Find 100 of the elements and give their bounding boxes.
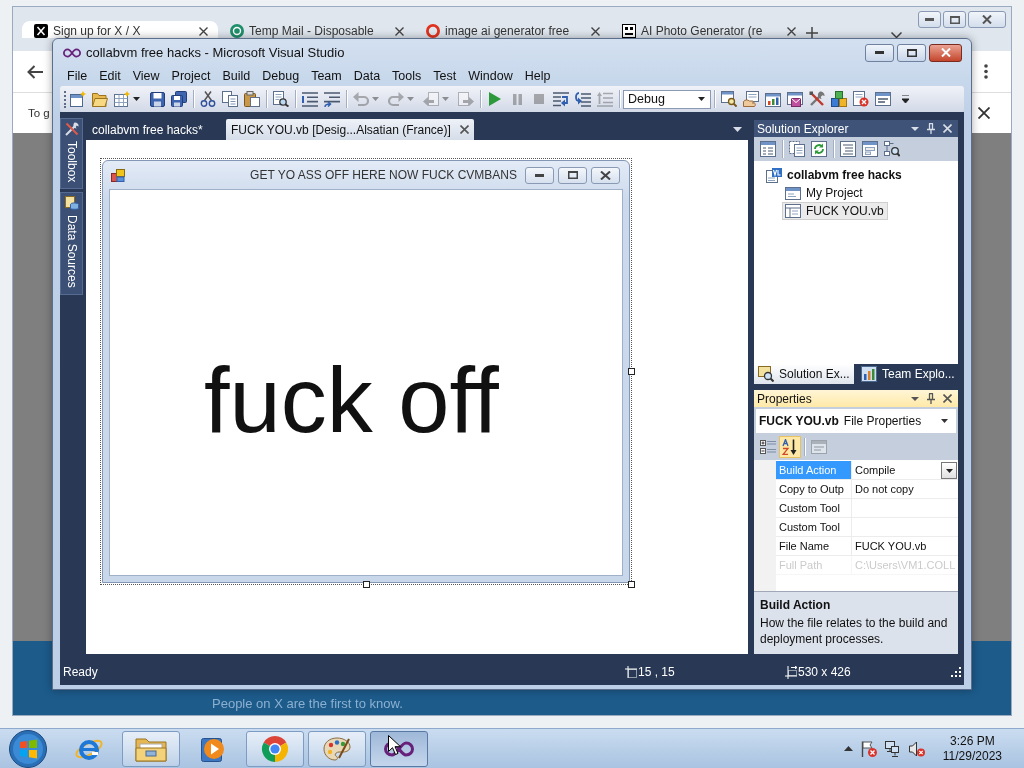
menu-item[interactable]: Debug bbox=[256, 67, 306, 85]
chevron-down-icon[interactable] bbox=[891, 32, 902, 39]
more-menu-icon[interactable] bbox=[984, 64, 988, 79]
dropdown-arrow-icon[interactable] bbox=[911, 126, 919, 131]
menu-item[interactable]: Team bbox=[305, 67, 348, 85]
outdent-lines-icon[interactable] bbox=[324, 91, 340, 107]
menu-item[interactable]: Window bbox=[462, 67, 519, 85]
hand-card-icon[interactable] bbox=[743, 91, 759, 107]
back-arrow-icon[interactable] bbox=[27, 64, 43, 79]
network-icon[interactable] bbox=[884, 740, 901, 757]
close-button[interactable] bbox=[929, 43, 962, 62]
close-icon[interactable] bbox=[459, 125, 469, 134]
speaker-muted-icon[interactable] bbox=[908, 740, 925, 757]
close-icon[interactable] bbox=[978, 107, 990, 119]
menu-item[interactable]: File bbox=[61, 67, 94, 85]
menu-item[interactable]: Data bbox=[347, 67, 387, 85]
panel-tab[interactable]: Team Explo... bbox=[857, 364, 957, 384]
minimize-button[interactable] bbox=[865, 43, 894, 62]
up-arrow-icon[interactable] bbox=[843, 746, 853, 751]
envelope-window-icon[interactable] bbox=[787, 91, 803, 107]
caret-icon[interactable] bbox=[133, 97, 140, 101]
overflow-caret-icon[interactable] bbox=[901, 95, 909, 103]
browser-tab[interactable]: image ai generator free bbox=[414, 21, 610, 38]
menu-item[interactable]: Build bbox=[216, 67, 257, 85]
menu-item[interactable]: View bbox=[126, 67, 166, 85]
save-icon[interactable] bbox=[149, 91, 165, 107]
copy-icon[interactable] bbox=[222, 91, 238, 107]
property-name[interactable]: Custom Tool bbox=[776, 499, 852, 518]
step-lines-icon[interactable] bbox=[553, 91, 569, 107]
connected-nodes-icon[interactable] bbox=[884, 141, 900, 157]
folder-icon[interactable] bbox=[92, 91, 108, 107]
window-lines-icon[interactable] bbox=[875, 92, 891, 106]
minimize-button[interactable] bbox=[525, 166, 554, 184]
property-name[interactable]: Copy to Outp bbox=[776, 480, 852, 499]
new-project-icon[interactable] bbox=[70, 91, 86, 107]
menu-item[interactable]: Project bbox=[165, 67, 217, 85]
close-button[interactable] bbox=[968, 11, 1006, 28]
code-lines-icon[interactable] bbox=[840, 141, 856, 157]
property-name[interactable]: Custom Tool bbox=[776, 518, 852, 537]
indent-lines-icon[interactable] bbox=[302, 91, 318, 107]
close-icon[interactable] bbox=[591, 27, 600, 36]
toolbar-grip[interactable] bbox=[63, 90, 67, 108]
close-icon[interactable] bbox=[787, 27, 796, 36]
step-over-icon[interactable] bbox=[575, 91, 591, 107]
maximize-button[interactable] bbox=[943, 11, 966, 28]
save-all-icon[interactable] bbox=[171, 91, 187, 107]
crossed-tools-icon[interactable] bbox=[809, 91, 825, 107]
clock-date[interactable]: 11/29/2023 bbox=[942, 748, 1002, 764]
document-tab[interactable]: FUCK YOU.vb [Desig...Alsatian (France)] bbox=[226, 119, 474, 140]
form-label[interactable]: fuck off bbox=[204, 348, 499, 454]
value-dropdown-button[interactable] bbox=[941, 462, 957, 479]
browser-tab[interactable]: Temp Mail - Disposable bbox=[218, 21, 414, 38]
resize-handle[interactable] bbox=[628, 368, 635, 375]
flag-warning-icon[interactable] bbox=[860, 740, 877, 757]
property-name[interactable]: File Name bbox=[776, 537, 852, 556]
panel-tab[interactable]: Solution Ex... bbox=[754, 364, 854, 384]
chart-window-icon[interactable] bbox=[765, 91, 781, 107]
blocks-icon[interactable] bbox=[831, 91, 847, 107]
documents-icon[interactable] bbox=[789, 141, 805, 157]
taskbar-button[interactable] bbox=[370, 730, 428, 767]
property-value[interactable]: Do not copy bbox=[852, 480, 958, 499]
close-icon[interactable] bbox=[395, 27, 404, 36]
window-magnifier-icon[interactable] bbox=[721, 91, 737, 107]
object-selector[interactable]: FUCK YOU.vb File Properties bbox=[756, 409, 956, 433]
dropdown-arrow-icon[interactable] bbox=[733, 126, 742, 132]
play-icon[interactable] bbox=[489, 92, 501, 106]
tree-item[interactable]: FUCK YOU.vb bbox=[782, 202, 888, 220]
resize-handle[interactable] bbox=[363, 581, 370, 588]
form-window-icon[interactable] bbox=[862, 141, 878, 157]
document-stop-icon[interactable] bbox=[853, 91, 869, 107]
scissors-icon[interactable] bbox=[200, 91, 216, 107]
alphabetical-sort-icon[interactable] bbox=[782, 439, 798, 455]
resize-handle[interactable] bbox=[628, 581, 635, 588]
property-sheet-icon[interactable] bbox=[760, 141, 776, 157]
form-window[interactable]: GET YO ASS OFF HERE NOW FUCK CVMBANS fuck off bbox=[102, 160, 630, 583]
dropdown-arrow-icon[interactable] bbox=[911, 396, 919, 401]
resize-grip-icon[interactable] bbox=[951, 667, 961, 677]
close-button[interactable] bbox=[591, 166, 620, 184]
browser-tab[interactable]: Sign up for X / X bbox=[22, 21, 218, 38]
configuration-dropdown[interactable]: Debug bbox=[623, 89, 711, 109]
document-tab[interactable]: collabvm free hacks* bbox=[86, 119, 222, 140]
maximize-button[interactable] bbox=[897, 43, 926, 62]
play-tile-icon[interactable] bbox=[201, 735, 225, 762]
side-tab[interactable]: Data Sources bbox=[60, 192, 83, 296]
menu-item[interactable]: Tools bbox=[386, 67, 428, 85]
side-tab[interactable]: Toolbox bbox=[60, 118, 83, 190]
close-icon[interactable] bbox=[199, 27, 208, 36]
refresh-icon[interactable] bbox=[811, 141, 827, 157]
start-orb-icon[interactable] bbox=[8, 729, 48, 768]
browser-tab[interactable]: AI Photo Generator (re bbox=[610, 21, 806, 38]
document-magnifier-icon[interactable] bbox=[273, 91, 289, 107]
add-item-icon[interactable] bbox=[114, 91, 130, 107]
clipboard-icon[interactable] bbox=[244, 91, 260, 107]
menu-item[interactable]: Test bbox=[427, 67, 463, 85]
menu-item[interactable]: Help bbox=[518, 67, 557, 85]
menu-item[interactable]: Edit bbox=[93, 67, 127, 85]
pin-icon[interactable] bbox=[927, 393, 935, 404]
new-tab-icon[interactable] bbox=[806, 27, 818, 39]
minimize-button[interactable] bbox=[918, 11, 941, 28]
tree-item[interactable]: collabvm free hacks bbox=[763, 165, 906, 185]
